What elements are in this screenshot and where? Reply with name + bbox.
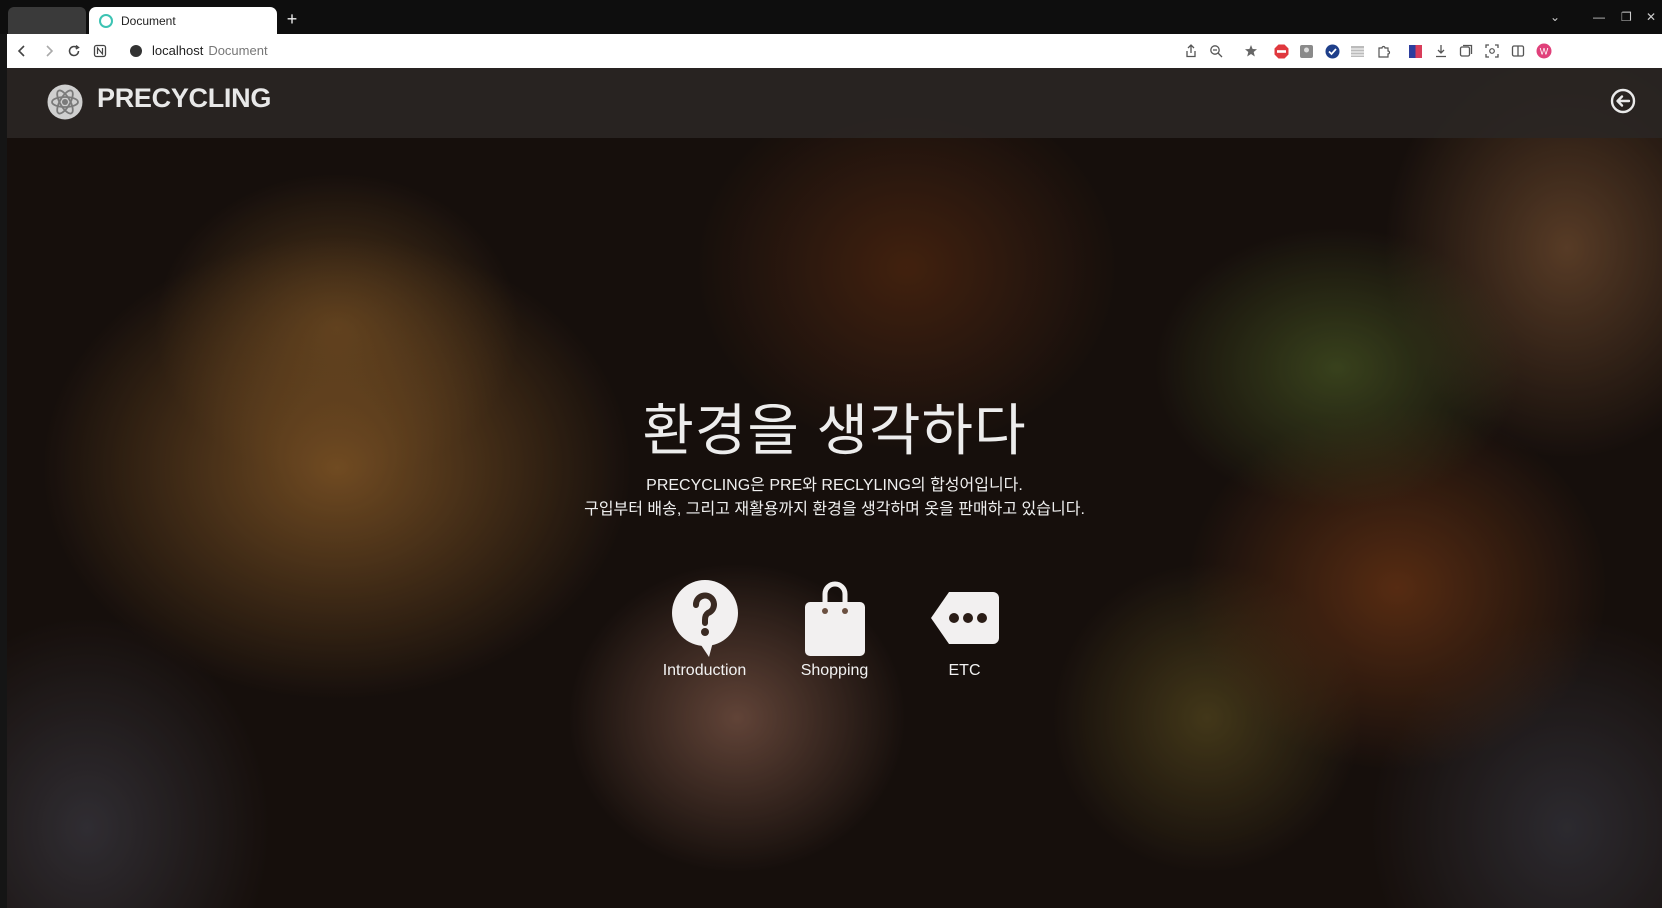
hero-title: 환경을 생각하다 [642,399,1027,462]
picture-extension-icon [1299,44,1313,58]
news-n-icon [93,44,107,58]
table-extension-icon [1350,45,1364,57]
profile-avatar-icon: W [1536,43,1552,59]
downloads-button[interactable] [1433,43,1449,59]
download-icon [1436,45,1446,58]
forward-arrow-icon [46,45,54,57]
page-viewport: PRECYCLING 환경을 생각하다 PRECYCLING은 PRE와 REC… [7,68,1662,908]
puzzle-icon [1377,45,1390,58]
share-icon [1186,44,1196,58]
active-tab[interactable]: Document [89,7,277,34]
screenshot-icon [1485,44,1499,58]
menu-label-etc: ETC [948,662,981,679]
zoom-button[interactable] [1208,43,1224,59]
restore-button[interactable]: ❐ [1621,8,1632,26]
address-bar: localhost Document W [7,34,1662,68]
hero-section: 환경을 생각하다 PRECYCLING은 PRE와 RECLYLING의 합성어… [7,398,1662,522]
extension-photo[interactable] [1298,43,1314,59]
menu-label-introduction: Introduction [662,662,747,679]
split-screen-button[interactable] [1510,43,1526,59]
new-tab-button[interactable]: + [283,9,301,29]
back-button[interactable] [13,42,31,60]
logout-arrow-icon[interactable] [1610,88,1636,114]
url-field[interactable]: localhost Document [152,43,268,58]
hero-description-line-2: 구입부터 배송, 그리고 재활용까지 환경을 생각하며 옷을 판매하고 있습니다… [584,501,1085,518]
tab-title: Document [121,13,176,28]
adblock-extension[interactable] [1273,43,1289,59]
site-logo-text[interactable]: PRECYCLING [97,83,271,114]
favorites-button[interactable] [1243,43,1259,59]
reload-button[interactable] [65,42,83,60]
menu-item-shopping[interactable]: Shopping [770,578,900,680]
extensions-button[interactable] [1375,43,1391,59]
collections-button[interactable] [1458,43,1474,59]
browser-tab-bar: Document + ⌄ — ❐ ✕ [0,0,1662,34]
flag-extension-icon [1408,44,1422,58]
minimize-button[interactable]: — [1593,8,1605,26]
main-menu: Introduction Shopping ETC [7,578,1662,680]
profile-button[interactable]: W [1536,43,1552,59]
news-button[interactable] [91,42,109,60]
hero-description-line-1: PRECYCLING은 PRE와 RECLYLING의 합성어입니다. [646,477,1023,494]
site-info-icon[interactable] [130,45,142,57]
atom-logo-icon[interactable] [47,84,83,120]
shopping-bag-icon [804,581,865,656]
collections-icon [1459,44,1473,57]
menu-label-shopping: Shopping [800,662,869,679]
background-tab[interactable] [8,7,86,34]
extension-check[interactable] [1324,43,1340,59]
extension-table[interactable] [1349,43,1365,59]
profile-initial: W [1540,47,1549,57]
back-arrow-icon [17,45,25,57]
menu-item-introduction[interactable]: Introduction [640,578,770,680]
extension-flag[interactable] [1407,43,1423,59]
close-button[interactable]: ✕ [1646,8,1656,26]
url-host: localhost [152,43,204,58]
zoom-out-icon [1210,45,1223,58]
forward-button[interactable] [40,42,58,60]
check-circle-icon [1325,44,1339,58]
favorites-star-icon [1244,44,1257,56]
reload-icon [68,44,80,57]
url-page-title: Document [208,43,268,58]
site-header: PRECYCLING [7,68,1662,138]
share-button[interactable] [1183,43,1199,59]
split-screen-icon [1511,45,1525,57]
tab-search-button[interactable]: ⌄ [1550,8,1560,26]
menu-item-etc[interactable]: ETC [900,578,1030,680]
tab-favicon-icon [99,13,113,28]
more-tag-icon [930,592,999,644]
adblock-stop-icon [1274,44,1288,58]
screenshot-button[interactable] [1484,43,1500,59]
question-bubble-icon [671,580,738,657]
hero-description: PRECYCLING은 PRE와 RECLYLING의 합성어입니다. 구입부터… [7,474,1662,522]
